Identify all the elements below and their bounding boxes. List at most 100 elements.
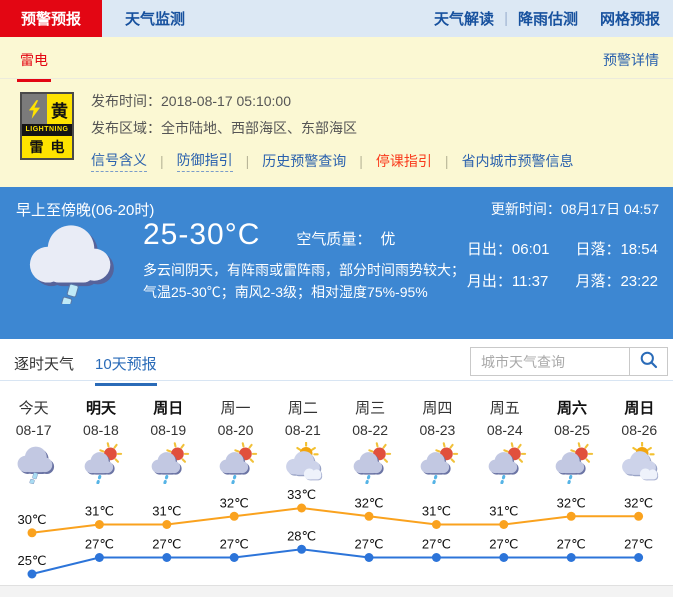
svg-text:27℃: 27℃ bbox=[489, 537, 518, 552]
nav-separator: | bbox=[504, 10, 508, 27]
search-input[interactable] bbox=[470, 347, 630, 376]
weather-icon-sun-cloud bbox=[269, 442, 336, 487]
link-signal-meaning[interactable]: 信号含义 bbox=[91, 150, 147, 172]
day-name-08-22[interactable]: 周三 bbox=[336, 397, 403, 414]
publish-time-label: 发布时间： bbox=[91, 93, 161, 109]
link-province-city-warnings[interactable]: 省内城市预警信息 bbox=[462, 151, 574, 171]
sunrise-time: 日出：06:01 bbox=[467, 238, 550, 259]
warning-type-tab[interactable]: 雷电 bbox=[17, 50, 51, 82]
day-date-08-23: 08-23 bbox=[404, 422, 471, 439]
day-name-08-20[interactable]: 周一 bbox=[202, 397, 269, 414]
day-name-08-23[interactable]: 周四 bbox=[404, 397, 471, 414]
tab-hourly-weather[interactable]: 逐时天气 bbox=[14, 353, 74, 374]
sun-moon-times: 日出：06:01 日落：18:54 月出：11:37 月落：23:22 bbox=[467, 238, 658, 291]
temperature-range: 25-30°C bbox=[143, 218, 260, 252]
day-date-08-20: 08-20 bbox=[202, 422, 269, 439]
air-quality-value: 优 bbox=[380, 231, 395, 248]
svg-text:27℃: 27℃ bbox=[152, 537, 181, 552]
weather-icon-sun-rain bbox=[471, 442, 538, 487]
link-defense-guide[interactable]: 防御指引 bbox=[177, 150, 233, 172]
link-separator: | bbox=[246, 153, 250, 169]
day-name-08-21[interactable]: 周二 bbox=[269, 397, 336, 414]
weather-icon-sun-rain bbox=[404, 442, 471, 487]
forecast-tabbar: 逐时天气 10天预报 bbox=[0, 339, 673, 387]
current-weather-panel: 早上至傍晚(06-20时) 更新时间：08月17日 04:57 25-30°C bbox=[0, 187, 673, 339]
day-date-08-26: 08-26 bbox=[606, 422, 673, 439]
weather-icon-sun-rain bbox=[538, 442, 605, 487]
day-name-08-18[interactable]: 明天 bbox=[67, 397, 134, 414]
weather-description-line2: 气温25-30℃；南风2-3级；相对湿度75%-95% bbox=[143, 281, 483, 303]
day-date-08-24: 08-24 bbox=[471, 422, 538, 439]
nav-link-weather-interpretation[interactable]: 天气解读 bbox=[434, 8, 494, 29]
sunset-time: 日落：18:54 bbox=[575, 238, 658, 259]
tab-ten-day-forecast[interactable]: 10天预报 bbox=[95, 353, 157, 386]
link-class-suspension-guide[interactable]: 停课指引 bbox=[376, 151, 432, 171]
warning-links: 信号含义 | 防御指引 | 历史预警查询 | 停课指引 | 省内城市预警信息 bbox=[91, 150, 574, 172]
svg-text:27℃: 27℃ bbox=[624, 537, 653, 552]
warning-detail-link[interactable]: 预警详情 bbox=[603, 50, 659, 70]
svg-text:31℃: 31℃ bbox=[85, 504, 114, 519]
forecast-dates: 08-1708-1808-1908-2008-2108-2208-2308-24… bbox=[0, 414, 673, 439]
svg-text:25℃: 25℃ bbox=[17, 553, 46, 568]
warning-panel: 雷电 预警详情 黄 LIGHTNING 雷电 发布时间：2018-08-17 0… bbox=[0, 37, 673, 187]
svg-text:27℃: 27℃ bbox=[220, 537, 249, 552]
svg-text:32℃: 32℃ bbox=[557, 495, 586, 510]
search-button[interactable] bbox=[629, 347, 668, 376]
svg-text:27℃: 27℃ bbox=[354, 537, 383, 552]
weather-app: 预警预报 天气监测 天气解读 | 降雨估测 网格预报 雷电 预警详情 黄 LIG… bbox=[0, 0, 673, 597]
svg-text:32℃: 32℃ bbox=[354, 495, 383, 510]
day-name-08-25[interactable]: 周六 bbox=[538, 397, 605, 414]
link-separator: | bbox=[445, 153, 449, 169]
tab-weather-monitoring[interactable]: 天气监测 bbox=[104, 0, 206, 37]
magnifier-icon bbox=[639, 350, 659, 373]
nav-link-rainfall-estimate[interactable]: 降雨估测 bbox=[518, 8, 578, 29]
moonset-time: 月落：23:22 bbox=[575, 270, 658, 291]
lightning-warning-sign: 黄 LIGHTNING 雷电 bbox=[20, 92, 74, 160]
nav-link-grid-forecast[interactable]: 网格预报 bbox=[600, 8, 660, 29]
tab-warning-forecast[interactable]: 预警预报 bbox=[0, 0, 102, 37]
publish-area-value: 全市陆地、西部海区、东部海区 bbox=[161, 120, 357, 136]
weather-description-line1: 多云间阴天，有阵雨或雷阵雨，部分时间雨势较大； bbox=[143, 259, 483, 281]
link-history-warning-query[interactable]: 历史预警查询 bbox=[262, 151, 346, 171]
ten-day-forecast: 今天明天周日周一周二周三周四周五周六周日 08-1708-1808-1908-2… bbox=[0, 387, 673, 585]
lightning-bolt-icon bbox=[22, 94, 47, 124]
day-date-08-17: 08-17 bbox=[0, 422, 67, 439]
svg-text:32℃: 32℃ bbox=[220, 495, 249, 510]
weather-description: 多云间阴天，有阵雨或雷阵雨，部分时间雨势较大； 气温25-30℃；南风2-3级；… bbox=[143, 259, 483, 303]
warning-level-char: 黄 bbox=[47, 94, 72, 124]
link-separator: | bbox=[160, 153, 164, 169]
top-nav-links: 天气解读 | 降雨估测 网格预报 bbox=[434, 0, 673, 37]
day-name-08-19[interactable]: 周日 bbox=[135, 397, 202, 414]
publish-area-label: 发布区域： bbox=[91, 120, 161, 136]
svg-text:30℃: 30℃ bbox=[17, 512, 46, 527]
svg-text:33℃: 33℃ bbox=[287, 487, 316, 502]
day-date-08-21: 08-21 bbox=[269, 422, 336, 439]
day-name-08-17[interactable]: 今天 bbox=[0, 397, 67, 414]
forecast-icons bbox=[0, 439, 673, 487]
weather-icon-sun-rain bbox=[336, 442, 403, 487]
svg-text:27℃: 27℃ bbox=[422, 537, 451, 552]
weather-icon-sun-rain bbox=[135, 442, 202, 487]
weather-icon-sun-rain bbox=[202, 442, 269, 487]
day-name-08-26[interactable]: 周日 bbox=[606, 397, 673, 414]
update-time-label: 更新时间： bbox=[491, 201, 561, 217]
warning-en-label: LIGHTNING bbox=[22, 124, 72, 136]
update-time-value: 08月17日 04:57 bbox=[561, 201, 659, 217]
bottom-strip bbox=[0, 585, 673, 597]
day-name-08-24[interactable]: 周五 bbox=[471, 397, 538, 414]
svg-text:31℃: 31℃ bbox=[422, 504, 451, 519]
city-search bbox=[470, 347, 668, 376]
top-nav: 预警预报 天气监测 天气解读 | 降雨估测 网格预报 bbox=[0, 0, 673, 37]
air-quality-label: 空气质量： bbox=[296, 231, 371, 248]
forecast-period: 早上至傍晚(06-20时) bbox=[16, 199, 154, 220]
svg-text:31℃: 31℃ bbox=[489, 504, 518, 519]
weather-icon-rain bbox=[0, 442, 67, 487]
weather-icon-sun-cloud bbox=[606, 442, 673, 487]
warning-type-label: 雷电 bbox=[22, 136, 72, 158]
publish-area-line: 发布区域：全市陆地、西部海区、东部海区 bbox=[91, 119, 574, 137]
day-date-08-22: 08-22 bbox=[336, 422, 403, 439]
weather-icon-sun-rain bbox=[67, 442, 134, 487]
warning-info: 发布时间：2018-08-17 05:10:00 发布区域：全市陆地、西部海区、… bbox=[91, 92, 574, 172]
publish-time-line: 发布时间：2018-08-17 05:10:00 bbox=[91, 92, 574, 110]
cloud-rain-icon bbox=[26, 220, 116, 309]
